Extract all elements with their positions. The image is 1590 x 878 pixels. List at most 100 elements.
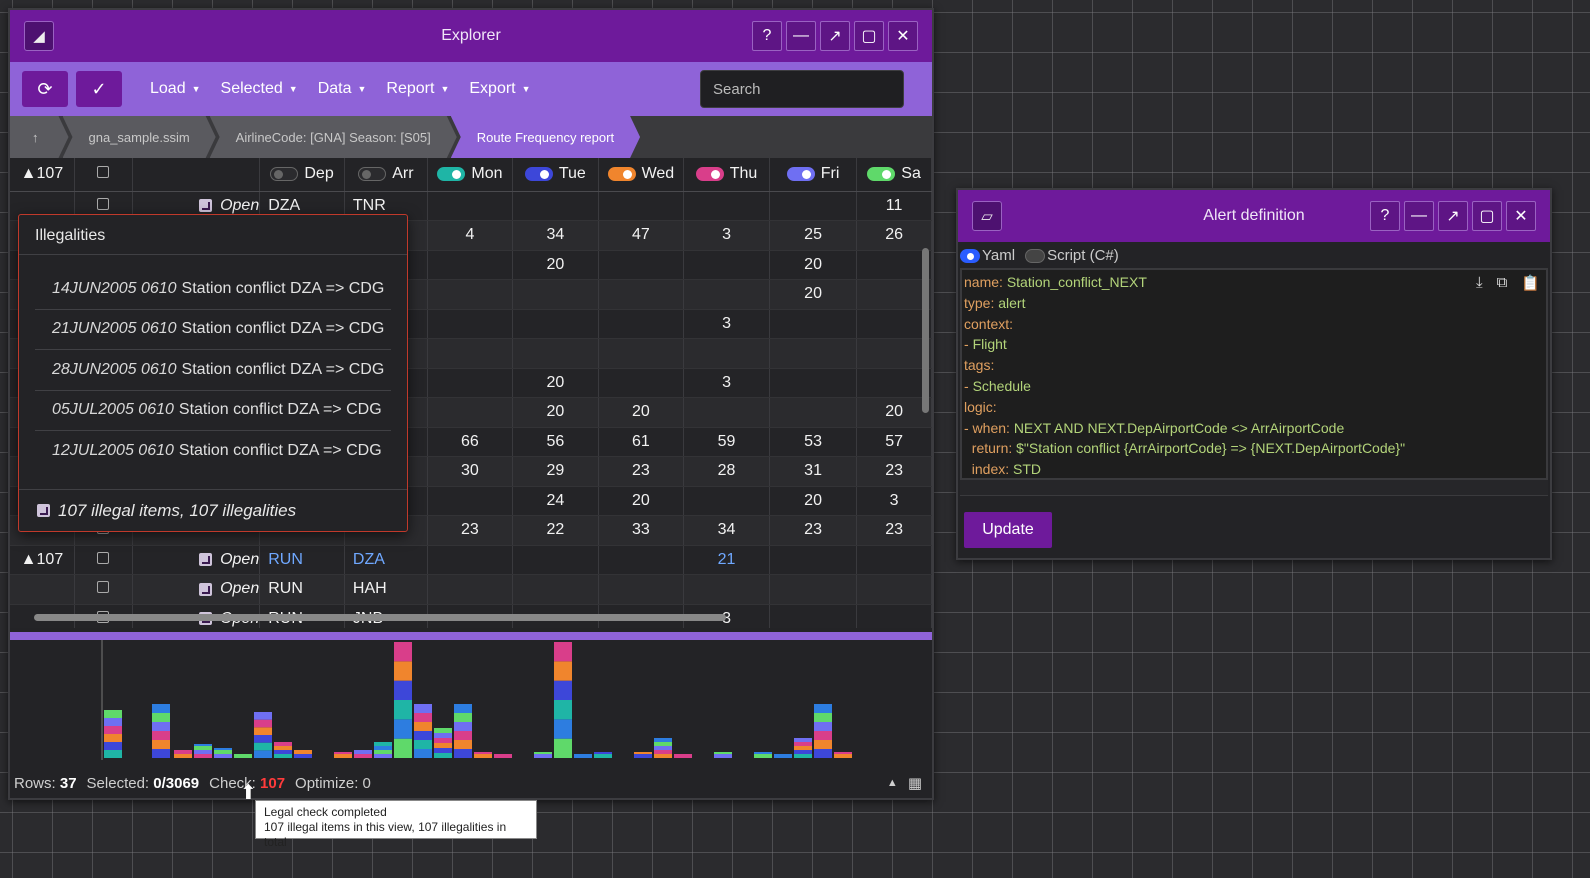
menu-export[interactable]: Export ▼ [469, 80, 530, 98]
histogram-bar-segment [554, 642, 572, 662]
table-cell: ▲107 [10, 545, 75, 575]
table-cell: 34 [683, 515, 770, 546]
horizontal-scrollbar[interactable] [10, 610, 920, 624]
help-icon[interactable]: ? [1370, 201, 1400, 231]
table-cell [10, 574, 75, 605]
popout-icon[interactable]: ↗ [820, 21, 850, 51]
yaml-editor[interactable]: ⤓ ⧉ 📋 name: Station_conflict_NEXT type: a… [960, 268, 1548, 480]
download-icon[interactable]: ⤓ [1476, 274, 1483, 292]
histogram-bar-segment [554, 680, 572, 700]
histogram-bar-segment [152, 740, 170, 749]
histogram-bar-segment [374, 746, 392, 750]
header-tue[interactable]: Tue [512, 158, 599, 192]
illegality-item[interactable]: 05JUL2005 0610 Station conflict DZA => CD… [35, 391, 391, 431]
column-toggle[interactable] [524, 167, 553, 182]
table-cell: 20 [769, 486, 858, 516]
illegality-item[interactable]: 12JUL2005 0610 Station conflict DZA => CD… [35, 431, 391, 472]
histogram-bar-segment [794, 754, 812, 758]
row-checkbox[interactable] [97, 581, 110, 594]
chart-icon[interactable]: ▦ [908, 774, 922, 792]
menu-selected[interactable]: Selected ▼ [221, 80, 298, 98]
column-toggle[interactable] [358, 167, 387, 182]
refresh-button[interactable]: ⟳ [22, 71, 68, 107]
histogram-bar-segment [214, 750, 232, 754]
table-cell: 20 [512, 250, 599, 280]
row-checkbox[interactable] [97, 551, 110, 564]
histogram-bar-segment [714, 754, 732, 758]
histogram-bar-segment [814, 713, 832, 722]
table-cell [512, 191, 599, 221]
close-icon[interactable]: ✕ [1506, 201, 1536, 231]
menu-report[interactable]: Report ▼ [386, 80, 449, 98]
histogram-bar-segment [634, 752, 652, 754]
histogram-bar-segment [654, 750, 672, 754]
column-toggle[interactable] [270, 167, 299, 182]
table-cell [769, 545, 858, 575]
clear-button[interactable]: ✓ [76, 71, 122, 107]
table-row[interactable]: Open RUN HAH [10, 574, 932, 605]
search-input[interactable]: Search [700, 70, 904, 108]
code-line: tags: [964, 357, 995, 374]
table-cell: DZA [344, 545, 428, 575]
histogram-bar-segment [394, 738, 412, 758]
minimize-icon[interactable]: — [1404, 201, 1434, 231]
mode-yaml[interactable]: Yaml [960, 247, 1015, 264]
mode-script[interactable]: Script (C#) [1025, 247, 1119, 264]
minimize-icon[interactable]: — [786, 21, 816, 51]
breadcrumb-up[interactable]: ↑ [10, 116, 69, 158]
header-dep[interactable]: Dep [259, 158, 345, 192]
table-cell [512, 309, 599, 339]
table-cell: 24 [512, 486, 599, 516]
select-all-checkbox[interactable] [97, 166, 110, 179]
paste-icon[interactable]: 📋 [1521, 274, 1540, 292]
breadcrumb-report[interactable]: Route Frequency report [451, 116, 640, 158]
column-toggle[interactable] [695, 167, 724, 182]
column-toggle[interactable] [786, 167, 815, 182]
table-cell [427, 191, 513, 221]
header-thu[interactable]: Thu [683, 158, 770, 192]
table-cell [427, 397, 513, 428]
table-cell [512, 338, 599, 369]
histogram-bar-segment [294, 754, 312, 758]
menu-data[interactable]: Data ▼ [318, 80, 367, 98]
header-arr[interactable]: Arr [344, 158, 428, 192]
histogram-bar-segment [814, 749, 832, 758]
header-mon[interactable]: Mon [427, 158, 513, 192]
maximize-icon[interactable]: ▢ [854, 21, 884, 51]
illegality-item[interactable]: 14JUN2005 0610 Station conflict DZA => CD… [35, 269, 391, 310]
illegality-item[interactable]: 21JUN2005 0610 Station conflict DZA => CD… [35, 310, 391, 350]
header-status[interactable] [132, 158, 261, 192]
maximize-icon[interactable]: ▢ [1472, 201, 1502, 231]
table-row[interactable]: ▲107 Open RUN DZA 21 [10, 545, 932, 575]
code-line: type: alert [964, 294, 1026, 311]
table-cell: 31 [769, 456, 858, 487]
header-alert[interactable]: ▲107 [10, 158, 75, 192]
header-fri[interactable]: Fri [769, 158, 858, 192]
column-toggle[interactable] [607, 167, 636, 182]
menu-load[interactable]: Load ▼ [150, 80, 201, 98]
row-checkbox[interactable] [97, 197, 110, 210]
script-radio[interactable] [1025, 248, 1046, 263]
popout-icon[interactable]: ↗ [1438, 201, 1468, 231]
collapse-icon[interactable]: ▲ [887, 777, 898, 789]
histogram-bar-segment [794, 742, 812, 746]
update-button[interactable]: Update [964, 512, 1052, 548]
table-cell [769, 309, 858, 339]
illegality-item[interactable]: 28JUN2005 0610 Station conflict DZA => CD… [35, 350, 391, 391]
column-toggle[interactable] [437, 167, 466, 182]
yaml-radio[interactable] [960, 248, 980, 263]
breadcrumb-file[interactable]: gna_sample.ssim [63, 116, 216, 158]
histogram-bar-segment [152, 722, 170, 731]
breadcrumb-season[interactable]: AirlineCode: [GNA] Season: [S05] [210, 116, 457, 158]
copy-icon[interactable]: ⧉ [1497, 274, 1508, 292]
explorer-titlebar[interactable]: ◢ Explorer ? — ↗ ▢ ✕ [10, 10, 932, 62]
close-icon[interactable]: ✕ [888, 21, 918, 51]
help-icon[interactable]: ? [752, 21, 782, 51]
histogram-bar-segment [594, 752, 612, 754]
column-toggle[interactable] [867, 167, 896, 182]
header-wed[interactable]: Wed [598, 158, 685, 192]
alert-titlebar[interactable]: ▱ Alert definition ? — ↗ ▢ ✕ [958, 190, 1550, 242]
header-select[interactable] [74, 158, 134, 192]
vertical-scrollbar[interactable] [920, 158, 930, 606]
code-line: context: [964, 315, 1014, 332]
